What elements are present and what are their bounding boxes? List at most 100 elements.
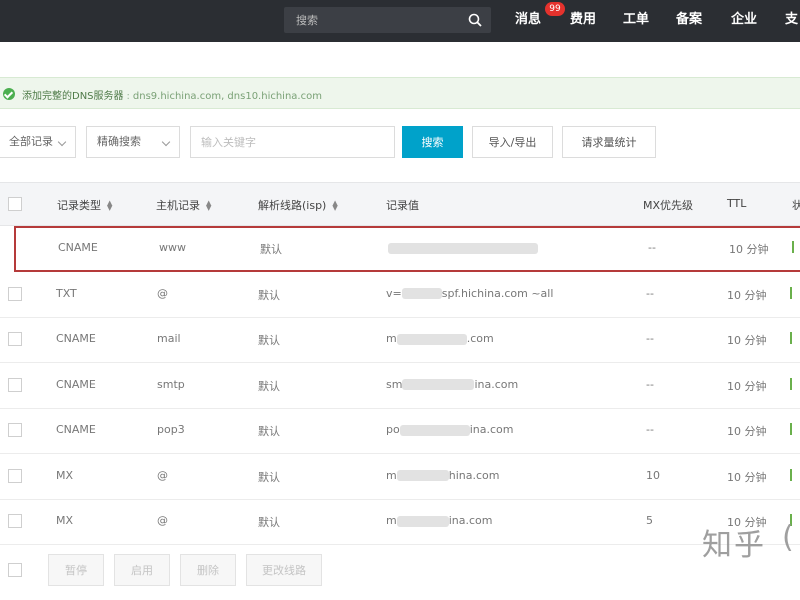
status-indicator — [790, 286, 800, 299]
enable-button[interactable]: 启用 — [114, 554, 170, 586]
table-row[interactable]: CNAME pop3 默认 po ina.com -- 10 分钟 — [0, 408, 800, 454]
header-record-type[interactable]: 记录类型 ▲ ▼ — [57, 197, 112, 213]
header-label: 解析线路(isp) — [258, 199, 327, 212]
search-button[interactable]: 搜索 — [402, 126, 463, 158]
notice-text: 添加完整的DNS服务器: dns9.hichina.com, dns10.hich… — [22, 87, 322, 102]
record-value-prefix: m — [386, 332, 397, 345]
host-record: @ — [157, 286, 168, 300]
success-check-icon — [3, 88, 15, 100]
global-search[interactable] — [284, 7, 491, 33]
record-type: TXT — [56, 286, 77, 300]
table-row[interactable]: CNAME smtp 默认 sm ina.com -- 10 分钟 — [0, 363, 800, 409]
global-search-input[interactable] — [284, 7, 459, 33]
record-value: v= spf.hichina.com ~all — [386, 287, 553, 300]
row-checkbox[interactable] — [8, 286, 22, 301]
header-label: 记录类型 — [57, 199, 101, 212]
redacted-value — [396, 470, 449, 481]
record-type-value: 全部记录 — [9, 135, 53, 148]
record-value-prefix: sm — [386, 377, 403, 391]
sort-icon[interactable]: ▲ ▼ — [206, 200, 211, 212]
nav-messages[interactable]: 消息 — [515, 10, 541, 30]
notice-message: 添加完整的DNS服务器 — [22, 91, 124, 102]
record-value-suffix: ina.com — [474, 377, 519, 391]
header-mx-priority: MX优先级 — [643, 199, 694, 212]
redacted-value — [396, 515, 449, 527]
match-mode-value: 精确搜索 — [97, 135, 141, 148]
pause-button[interactable]: 暂停 — [48, 554, 104, 586]
record-value-suffix: ina.com — [448, 514, 493, 527]
nav-support[interactable]: 支 — [785, 10, 798, 30]
host-record: www — [159, 241, 186, 254]
record-type: CNAME — [56, 423, 96, 436]
request-stats-button[interactable]: 请求量统计 — [562, 126, 656, 158]
record-type: CNAME — [58, 241, 98, 254]
sort-icon[interactable]: ▲ ▼ — [332, 200, 337, 212]
host-record: smtp — [157, 377, 185, 391]
footer-select-all-checkbox[interactable] — [8, 563, 22, 577]
record-value: m hina.com — [386, 469, 499, 482]
row-checkbox[interactable] — [8, 514, 22, 528]
status-indicator — [790, 468, 800, 481]
record-value-prefix: m — [386, 468, 397, 482]
ttl-value: 10 分钟 — [729, 243, 769, 256]
resolution-line: 默认 — [260, 243, 282, 256]
header-line[interactable]: 解析线路(isp) ▲ ▼ — [258, 197, 338, 213]
message-count-badge: 99 — [545, 2, 565, 16]
record-value: m ina.com — [386, 514, 492, 527]
record-value: sm ina.com — [386, 378, 518, 391]
nav-tickets[interactable]: 工单 — [623, 10, 649, 30]
nav-billing[interactable]: 费用 — [570, 10, 596, 30]
match-mode-select[interactable]: 精确搜索 — [86, 126, 180, 158]
select-all-checkbox[interactable] — [8, 197, 22, 211]
row-checkbox[interactable] — [8, 468, 22, 483]
table-row-highlighted[interactable]: CNAME www 默认 -- 10 分钟 — [14, 226, 800, 272]
redacted-value — [402, 379, 475, 390]
import-export-button[interactable]: 导入/导出 — [472, 126, 553, 158]
change-line-button[interactable]: 更改线路 — [246, 554, 322, 586]
table-row[interactable]: MX @ 默认 m hina.com 10 10 分钟 — [0, 454, 800, 500]
table-row[interactable]: CNAME mail 默认 m .com -- 10 分钟 — [0, 317, 800, 363]
keyword-input[interactable] — [190, 126, 395, 158]
table-row[interactable]: MX @ 默认 m ina.com 5 10 分钟 — [0, 499, 800, 545]
nav-enterprise[interactable]: 企业 — [731, 10, 757, 30]
notice-separator: : — [126, 91, 130, 102]
redacted-value — [399, 424, 470, 436]
row-checkbox[interactable] — [8, 423, 22, 437]
ttl-value: 10 分钟 — [727, 470, 767, 484]
header-ttl: TTL — [727, 197, 747, 210]
ttl-value: 10 分钟 — [727, 425, 767, 438]
record-type-select[interactable]: 全部记录 — [0, 126, 76, 158]
chevron-down-icon — [57, 137, 67, 147]
redacted-value — [396, 333, 467, 345]
notice-dns-servers: dns9.hichina.com, dns10.hichina.com — [132, 91, 322, 102]
record-value: po ina.com — [386, 423, 513, 436]
status-indicator — [792, 241, 800, 253]
table-header: 记录类型 ▲ ▼ 主机记录 ▲ ▼ 解析线路(isp) ▲ ▼ 记录值 MX优先级 TTL … — [0, 182, 800, 226]
resolution-line: 默认 — [258, 470, 280, 484]
mx-priority: 10 — [646, 468, 660, 482]
nav-icp-filing[interactable]: 备案 — [676, 10, 702, 30]
search-icon[interactable] — [467, 12, 483, 28]
host-record: @ — [157, 468, 168, 482]
row-checkbox[interactable] — [8, 377, 22, 392]
mx-priority: -- — [648, 241, 656, 254]
header-label: 主机记录 — [156, 199, 200, 212]
delete-button[interactable]: 删除 — [180, 554, 236, 586]
ttl-value: 10 分钟 — [727, 379, 767, 393]
sort-icon[interactable]: ▲ ▼ — [107, 200, 112, 212]
host-record: pop3 — [157, 423, 185, 436]
record-value: m .com — [386, 332, 494, 345]
resolution-line: 默认 — [258, 334, 280, 347]
record-value-prefix: po — [386, 423, 400, 436]
status-indicator — [790, 332, 800, 344]
ttl-value: 10 分钟 — [727, 334, 767, 347]
record-value-suffix: ina.com — [469, 423, 514, 436]
dns-server-notice: 添加完整的DNS服务器: dns9.hichina.com, dns10.hich… — [0, 77, 800, 109]
host-record: mail — [157, 332, 181, 345]
table-row[interactable]: TXT @ 默认 v= spf.hichina.com ~all -- 10 分钟 — [0, 272, 800, 318]
record-type: CNAME — [56, 332, 96, 345]
row-checkbox[interactable] — [8, 332, 22, 346]
header-host[interactable]: 主机记录 ▲ ▼ — [156, 197, 211, 213]
record-value-suffix: spf.hichina.com ~all — [441, 286, 554, 300]
resolution-line: 默认 — [258, 288, 280, 302]
